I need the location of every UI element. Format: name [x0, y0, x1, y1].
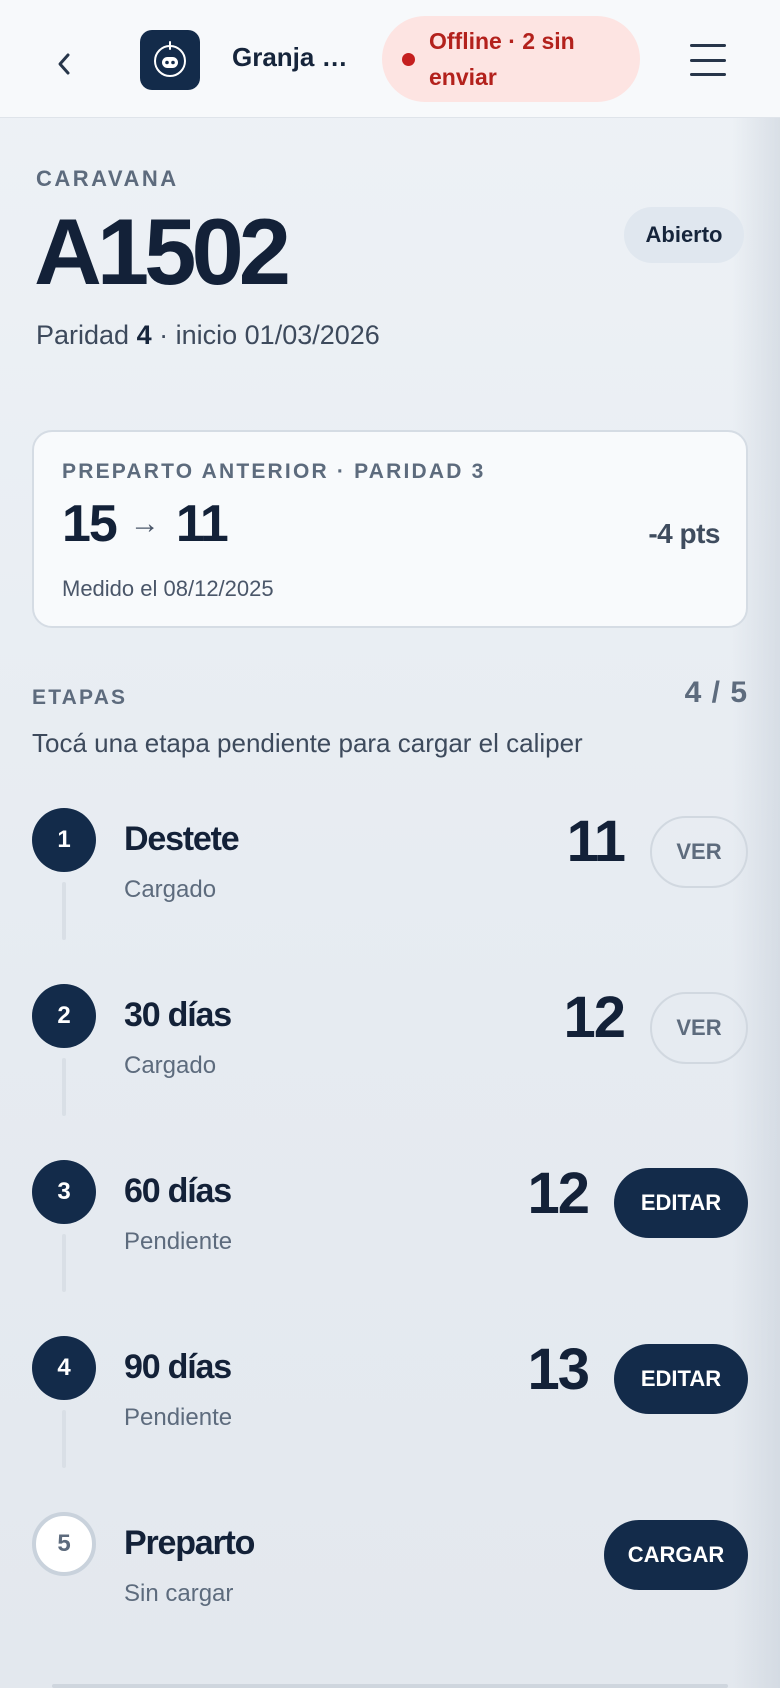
stage-row-30-dias[interactable]: 2 30 días Cargado 12 VER — [0, 984, 780, 1134]
stage-value: 12 — [527, 1161, 590, 1226]
stages-title: ETAPAS — [32, 686, 128, 709]
animal-id: A1502 — [34, 199, 291, 304]
stage-value: 13 — [527, 1337, 590, 1402]
previous-to: 11 — [175, 495, 229, 553]
edit-button[interactable]: EDITAR — [614, 1168, 748, 1238]
stage-status: Pendiente — [124, 1228, 233, 1255]
stage-status: Pendiente — [124, 1404, 233, 1431]
stage-name: 60 días — [124, 1172, 232, 1210]
app-logo — [140, 30, 200, 90]
hamburger-menu-icon — [690, 44, 726, 47]
caravana-label: CARAVANA — [36, 166, 179, 191]
stage-status: Cargado — [124, 1052, 217, 1079]
previous-label: PREPARTO ANTERIOR · PARIDAD 3 — [62, 460, 486, 483]
previous-from: 15 — [62, 495, 118, 553]
menu-button[interactable] — [688, 40, 728, 80]
bottom-sheet-edge — [52, 1684, 728, 1688]
arrow-right-icon: → — [129, 507, 160, 540]
stage-number: 1 — [32, 808, 96, 872]
cow-face-icon — [154, 41, 186, 77]
stage-name: 30 días — [124, 996, 232, 1034]
farm-name[interactable]: Granja N... — [232, 42, 362, 73]
stage-connector — [62, 882, 66, 940]
stage-name: Preparto — [124, 1524, 255, 1562]
stage-name: Destete — [124, 820, 240, 858]
stage-number: 5 — [32, 1512, 96, 1576]
stage-status: Sin cargar — [124, 1580, 234, 1607]
stage-row-90-dias[interactable]: 4 90 días Pendiente 13 EDITAR — [0, 1336, 780, 1486]
offline-dot-icon — [402, 52, 415, 66]
view-button[interactable]: VER — [650, 816, 748, 888]
stage-number: 4 — [32, 1336, 96, 1400]
parity-value: 4 — [136, 320, 152, 350]
stage-row-60-dias[interactable]: 3 60 días Pendiente 12 EDITAR — [0, 1160, 780, 1310]
offline-status-text: Offline · 2 sin enviar — [429, 28, 575, 90]
previous-measured-date: Medido el 08/12/2025 — [62, 576, 274, 601]
stage-number: 3 — [32, 1160, 96, 1224]
previous-values: 15 → 11 — [62, 494, 229, 554]
previous-preparto-card: PREPARTO ANTERIOR · PARIDAD 3 15 → 11 -4… — [32, 430, 748, 628]
top-app-bar: Granja N... Offline · 2 sin enviar — [0, 0, 780, 118]
animal-meta: Paridad 4 · inicio 01/03/2026 — [36, 320, 380, 351]
stages-hint: Tocá una etapa pendiente para cargar el … — [32, 728, 583, 758]
stage-connector — [62, 1410, 66, 1468]
stage-name: 90 días — [124, 1348, 232, 1386]
stage-number: 2 — [32, 984, 96, 1048]
parity-label: Paridad — [36, 320, 130, 350]
stage-status: Cargado — [124, 876, 217, 903]
start-date: · inicio 01/03/2026 — [159, 320, 380, 350]
chevron-left-icon — [58, 53, 70, 75]
load-caliper-button[interactable]: CARGAR — [604, 1520, 748, 1590]
stage-row-preparto[interactable]: 5 Preparto Sin cargar CARGAR — [0, 1512, 780, 1662]
stage-value: 12 — [563, 985, 626, 1050]
stage-connector — [62, 1058, 66, 1116]
stage-value: 11 — [566, 809, 626, 874]
view-button[interactable]: VER — [650, 992, 748, 1064]
edit-button[interactable]: EDITAR — [614, 1344, 748, 1414]
offline-status-badge[interactable]: Offline · 2 sin enviar — [382, 16, 640, 102]
previous-delta: -4 pts — [648, 518, 720, 549]
stage-row-destete[interactable]: 1 Destete Cargado 11 VER — [0, 808, 780, 958]
stages-count: 4 / 5 — [684, 676, 748, 709]
status-badge: Abierto — [624, 207, 744, 263]
back-button[interactable] — [42, 38, 86, 90]
stage-connector — [62, 1234, 66, 1292]
